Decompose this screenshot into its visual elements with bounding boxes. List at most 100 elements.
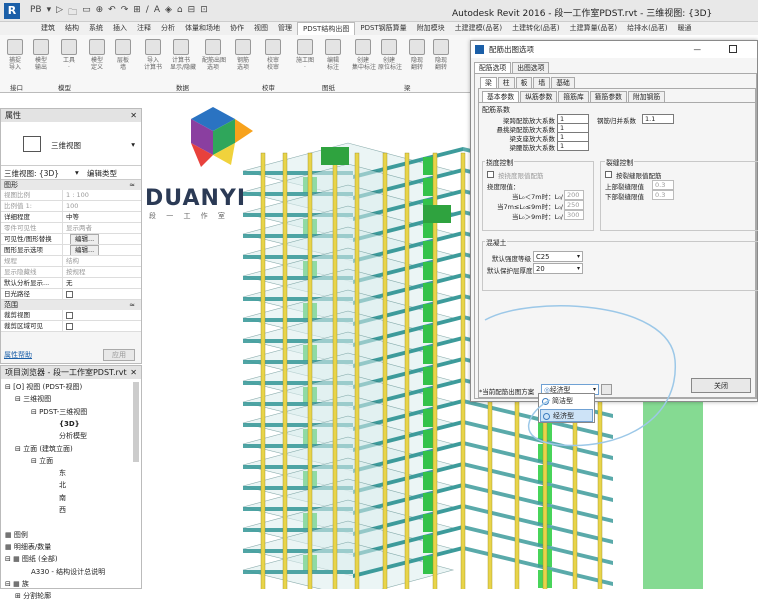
deflection-input[interactable]: 300 <box>564 210 584 220</box>
maximize-button[interactable] <box>729 45 737 53</box>
qat-button[interactable]: A <box>154 5 160 17</box>
qat-button[interactable]: ↶ <box>108 5 116 17</box>
property-value[interactable]: 显示两者 <box>63 223 141 233</box>
tree-item[interactable]: ⊟ ▦ 图纸 (全部) <box>5 553 58 566</box>
type-selector[interactable]: 三维视图 ▾ <box>1 122 141 166</box>
ribbon-tab[interactable]: PDST钢筋算量 <box>355 22 411 35</box>
qat-button[interactable]: ▭ <box>82 5 91 17</box>
tree-item[interactable]: ⊟ ▦ 族 <box>5 578 29 591</box>
instance-selector[interactable]: 三维视图: {3D} ▾ 编辑类型 <box>1 166 141 180</box>
qat-button[interactable]: ◈ <box>165 5 172 17</box>
category-graphics[interactable]: 图形 ≈ <box>1 180 141 190</box>
tree-item[interactable]: 东 <box>59 467 66 480</box>
dialog-tab[interactable]: 附加钢筋 <box>627 91 666 102</box>
collapse-icon[interactable]: ≈ <box>129 180 135 190</box>
dialog-tab[interactable]: 配筋选项 <box>474 62 512 73</box>
checkbox[interactable] <box>66 311 73 319</box>
ribbon-button[interactable]: 创建 原位标注 <box>378 39 402 71</box>
property-value[interactable]: 无 <box>63 278 141 288</box>
collapse-icon[interactable]: ≈ <box>129 300 135 310</box>
property-value[interactable]: 按规程 <box>63 267 141 277</box>
property-row[interactable]: 可见性/图形替换 编辑... <box>1 234 141 245</box>
ribbon-button[interactable]: 捕捉 导入 <box>4 39 26 71</box>
deflection-checkbox[interactable] <box>487 171 494 178</box>
property-row[interactable]: 比例值 1: 100 <box>1 201 141 212</box>
property-row[interactable]: 详细程度 中等 <box>1 212 141 223</box>
ribbon-tab[interactable]: 土建算量(品茗) <box>565 22 622 35</box>
tree-item[interactable]: A330 - 结构设计总说明 <box>31 566 105 579</box>
property-value[interactable]: 编辑... <box>63 234 141 244</box>
property-row[interactable]: 零件可见性 显示两者 <box>1 223 141 234</box>
edit-button[interactable]: 编辑... <box>70 234 100 244</box>
ribbon-tab[interactable]: 注释 <box>132 22 156 35</box>
ribbon-tab[interactable]: 暖通 <box>673 22 697 35</box>
tree-item[interactable]: ⊟ PDST-三维视图 <box>31 406 87 419</box>
tree-item[interactable]: {3D} <box>59 418 80 431</box>
edit-button[interactable]: 编辑... <box>70 245 100 255</box>
property-row[interactable]: 视图比例 1 : 100 <box>1 190 141 201</box>
dialog-tab[interactable]: 基础 <box>551 77 575 88</box>
tree-item[interactable]: ⊟ 立面 <box>31 455 53 468</box>
ribbon-button[interactable]: 创建 集中标注 <box>352 39 376 71</box>
tree-item[interactable]: ⊟ 立面 (建筑立面) <box>15 443 73 456</box>
ribbon-button[interactable]: 计算书 显示/隐藏 <box>170 39 196 71</box>
ribbon-button[interactable]: 隐现 翻转 <box>430 39 452 71</box>
ribbon-tab[interactable]: 视图 <box>249 22 273 35</box>
dialog-tab[interactable]: 纵筋参数 <box>520 91 558 102</box>
dialog-tab[interactable]: 基本参数 <box>482 91 520 102</box>
qat-button[interactable]: PB <box>30 5 42 17</box>
property-row[interactable]: 日光路径 <box>1 289 141 300</box>
qat-button[interactable]: ↷ <box>121 5 129 17</box>
property-value[interactable]: 中等 <box>63 212 141 222</box>
ribbon-tab[interactable]: 管理 <box>273 22 297 35</box>
ribbon-tab[interactable]: 插入 <box>108 22 132 35</box>
edit-type-button[interactable]: 编辑类型 <box>87 168 117 179</box>
qat-button[interactable]: / <box>146 5 149 17</box>
close-icon[interactable]: ✕ <box>130 366 137 379</box>
property-row[interactable]: 裁剪区域可见 <box>1 321 141 332</box>
qat-button[interactable]: 🗀 <box>68 5 77 18</box>
chevron-down-icon[interactable]: ▾ <box>131 140 135 149</box>
ribbon-tab[interactable]: 土建转化(品茗) <box>507 22 564 35</box>
combine-input[interactable]: 1.1 <box>642 114 674 124</box>
dialog-tab[interactable]: 箍筋参数 <box>589 91 627 102</box>
ribbon-button[interactable]: 模型 定义 <box>86 39 108 71</box>
property-value[interactable]: 1 : 100 <box>63 190 141 200</box>
qat-button[interactable]: ⊞ <box>133 5 141 17</box>
property-value[interactable]: 结构 <box>63 256 141 266</box>
ribbon-tab[interactable]: 给排水(品茗) <box>622 22 672 35</box>
ribbon-button[interactable]: 施工图 · <box>294 39 316 71</box>
ribbon-button[interactable]: 隐现 翻转 <box>406 39 428 71</box>
ribbon-tab[interactable]: 结构 <box>60 22 84 35</box>
tree-item[interactable]: ▦ 图例 <box>5 529 28 542</box>
ribbon-tab[interactable]: 系统 <box>84 22 108 35</box>
deflection-input[interactable]: 250 <box>564 200 584 210</box>
dialog-tab[interactable]: 梁 <box>480 77 497 88</box>
property-value[interactable]: 编辑... <box>63 245 141 255</box>
concrete-select[interactable]: 20 ▾ <box>533 263 583 274</box>
property-value[interactable]: 100 <box>63 201 141 211</box>
qat-button[interactable]: ⌂ <box>177 5 183 17</box>
apply-button[interactable]: 应用 <box>103 349 135 361</box>
ribbon-button[interactable]: 钢筋 选项 <box>232 39 254 71</box>
close-button[interactable]: 关闭 <box>691 378 751 393</box>
property-value[interactable] <box>63 289 141 299</box>
dialog-tab[interactable]: 出图选项 <box>512 62 550 73</box>
concrete-select[interactable]: C25 ▾ <box>533 251 583 262</box>
ribbon-button[interactable]: 工具 · <box>58 39 80 71</box>
qat-button[interactable]: ▾ <box>47 5 52 17</box>
revit-app-icon[interactable]: R <box>4 3 20 19</box>
property-row[interactable]: 图形显示选项 编辑... <box>1 245 141 256</box>
ribbon-button[interactable]: 层板 墙 <box>112 39 134 71</box>
dialog-tab[interactable]: 箍筋库 <box>558 91 589 102</box>
qat-button[interactable]: ⊕ <box>96 5 104 17</box>
property-value[interactable] <box>63 310 141 320</box>
tree-item[interactable]: 北 <box>59 479 66 492</box>
tree-item[interactable]: 南 <box>59 492 66 505</box>
qat-button[interactable]: ▷ <box>56 5 63 17</box>
ribbon-button[interactable]: 校审 校审 <box>262 39 284 71</box>
ribbon-tab[interactable]: 分析 <box>156 22 180 35</box>
crack-checkbox[interactable] <box>605 171 612 178</box>
chevron-down-icon[interactable]: ▾ <box>75 168 79 177</box>
dialog-tab[interactable]: 墙 <box>533 77 551 88</box>
